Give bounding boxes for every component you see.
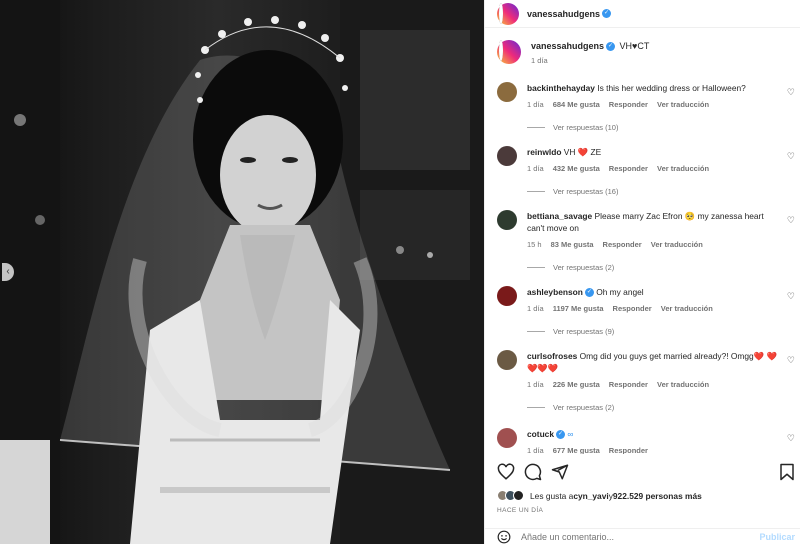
save-icon[interactable]	[779, 463, 795, 481]
commenter-avatar[interactable]	[497, 286, 517, 306]
comment-input[interactable]	[521, 531, 721, 542]
verified-badge-icon: ✓	[602, 9, 612, 18]
comment-time: 1 día	[527, 164, 544, 173]
comment-item: cotuck ✓ ∞ 1 día 677 Me gusta Responder ♡	[497, 428, 797, 454]
reply-button[interactable]: Responder	[609, 446, 648, 454]
post-caption: vanessahudgens ✓ VH♥CT 1 día	[485, 30, 800, 65]
liker-avatars	[497, 490, 524, 501]
add-comment-bar: Publicar	[485, 528, 800, 544]
commenter-avatar[interactable]	[497, 428, 517, 448]
heart-icon[interactable]: ♡	[787, 87, 795, 98]
comment-text: VH ❤️ ZE	[563, 147, 602, 157]
comment-icon[interactable]	[524, 463, 542, 481]
post-date: HACE UN DÍA	[497, 507, 544, 514]
reply-button[interactable]: Responder	[603, 240, 642, 249]
translate-button[interactable]: Ver traducción	[657, 100, 709, 109]
commenter-username[interactable]: reinwldo	[527, 147, 561, 157]
commenter-avatar[interactable]	[497, 82, 517, 102]
comment-time: 1 día	[527, 304, 544, 313]
translate-button[interactable]: Ver traducción	[651, 240, 703, 249]
verified-badge-icon: ✓	[606, 42, 616, 52]
comment-time: 15 h	[527, 240, 542, 249]
comment-item: backinthehayday Is this her wedding dres…	[497, 82, 797, 132]
comment-time: 1 día	[527, 100, 544, 109]
post-actions	[485, 458, 800, 486]
heart-icon[interactable]: ♡	[787, 291, 795, 302]
comment-likes[interactable]: 677 Me gusta	[553, 446, 600, 454]
comment-likes[interactable]: 83 Me gusta	[551, 240, 594, 249]
comment-item: curlsofroses Omg did you guys get marrie…	[497, 350, 797, 412]
heart-icon[interactable]: ♡	[787, 433, 795, 444]
commenter-avatar[interactable]	[497, 210, 517, 230]
author-avatar[interactable]	[497, 2, 519, 25]
commenter-avatar[interactable]	[497, 146, 517, 166]
commenter-username[interactable]: curlsofroses	[527, 351, 577, 361]
likes-prefix: Les gusta a	[530, 490, 574, 501]
commenter-avatar[interactable]	[497, 350, 517, 370]
likes-summary[interactable]: Les gusta a cyn_yavi y 922.529 personas …	[497, 490, 702, 501]
translate-button[interactable]: Ver traducción	[657, 380, 709, 389]
comment-text: ∞	[567, 429, 574, 439]
post-header: vanessahudgens ✓	[485, 0, 800, 28]
comment-time: 1 día	[527, 380, 544, 389]
comment-item: ashleybenson ✓ Oh my angel 1 día 1197 Me …	[497, 286, 797, 336]
caption-avatar[interactable]	[497, 40, 521, 64]
publish-button[interactable]: Publicar	[759, 532, 795, 542]
share-icon[interactable]	[551, 463, 569, 481]
likes-count[interactable]: 922.529 personas más	[613, 491, 702, 501]
comment-likes[interactable]: 226 Me gusta	[553, 380, 600, 389]
translate-button[interactable]: Ver traducción	[661, 304, 713, 313]
translate-button[interactable]: Ver traducción	[657, 164, 709, 173]
photo-illustration	[0, 0, 484, 544]
post-sidebar: vanessahudgens ✓ vanessahudgens ✓ VH♥CT 1…	[484, 0, 800, 544]
comment-time: 1 día	[527, 446, 544, 454]
reply-button[interactable]: Responder	[613, 304, 652, 313]
comment-likes[interactable]: 432 Me gusta	[553, 164, 600, 173]
heart-icon[interactable]: ♡	[787, 215, 795, 226]
reply-button[interactable]: Responder	[609, 100, 648, 109]
post-image[interactable]: ‹	[0, 0, 484, 544]
caption-text: VH♥CT	[619, 41, 650, 51]
view-replies-button[interactable]: Ver respuestas (9)	[527, 327, 777, 336]
comment-likes[interactable]: 684 Me gusta	[553, 100, 600, 109]
author-username[interactable]: vanessahudgens	[527, 9, 600, 19]
view-replies-button[interactable]: Ver respuestas (10)	[527, 123, 777, 132]
comment-likes[interactable]: 1197 Me gusta	[553, 304, 604, 313]
comment-text: Oh my angel	[596, 287, 644, 297]
view-replies-button[interactable]: Ver respuestas (2)	[527, 403, 777, 412]
caption-time: 1 día	[531, 56, 548, 65]
view-replies-button[interactable]: Ver respuestas (2)	[527, 263, 777, 272]
commenter-username[interactable]: cotuck	[527, 429, 554, 439]
comment-text: Is this her wedding dress or Halloween?	[597, 83, 746, 93]
comment-item: reinwldo VH ❤️ ZE 1 día 432 Me gusta Res…	[497, 146, 797, 196]
heart-icon[interactable]: ♡	[787, 151, 795, 162]
comment-item: bettiana_savage Please marry Zac Efron 🥺…	[497, 210, 797, 272]
comments-list[interactable]: vanessahudgens ✓ VH♥CT 1 día backinthehay…	[485, 30, 800, 454]
commenter-username[interactable]: bettiana_savage	[527, 211, 592, 221]
heart-icon[interactable]: ♡	[787, 355, 795, 366]
emoji-icon[interactable]	[497, 530, 511, 544]
view-replies-button[interactable]: Ver respuestas (16)	[527, 187, 777, 196]
liker-username[interactable]: cyn_yavi	[573, 491, 608, 501]
commenter-username[interactable]: ashleybenson	[527, 287, 583, 297]
caption-username[interactable]: vanessahudgens	[531, 41, 604, 51]
reply-button[interactable]: Responder	[609, 164, 648, 173]
verified-badge-icon: ✓	[584, 288, 594, 298]
reply-button[interactable]: Responder	[609, 380, 648, 389]
like-heart-icon[interactable]	[497, 463, 515, 481]
commenter-username[interactable]: backinthehayday	[527, 83, 595, 93]
verified-badge-icon: ✓	[556, 430, 565, 440]
